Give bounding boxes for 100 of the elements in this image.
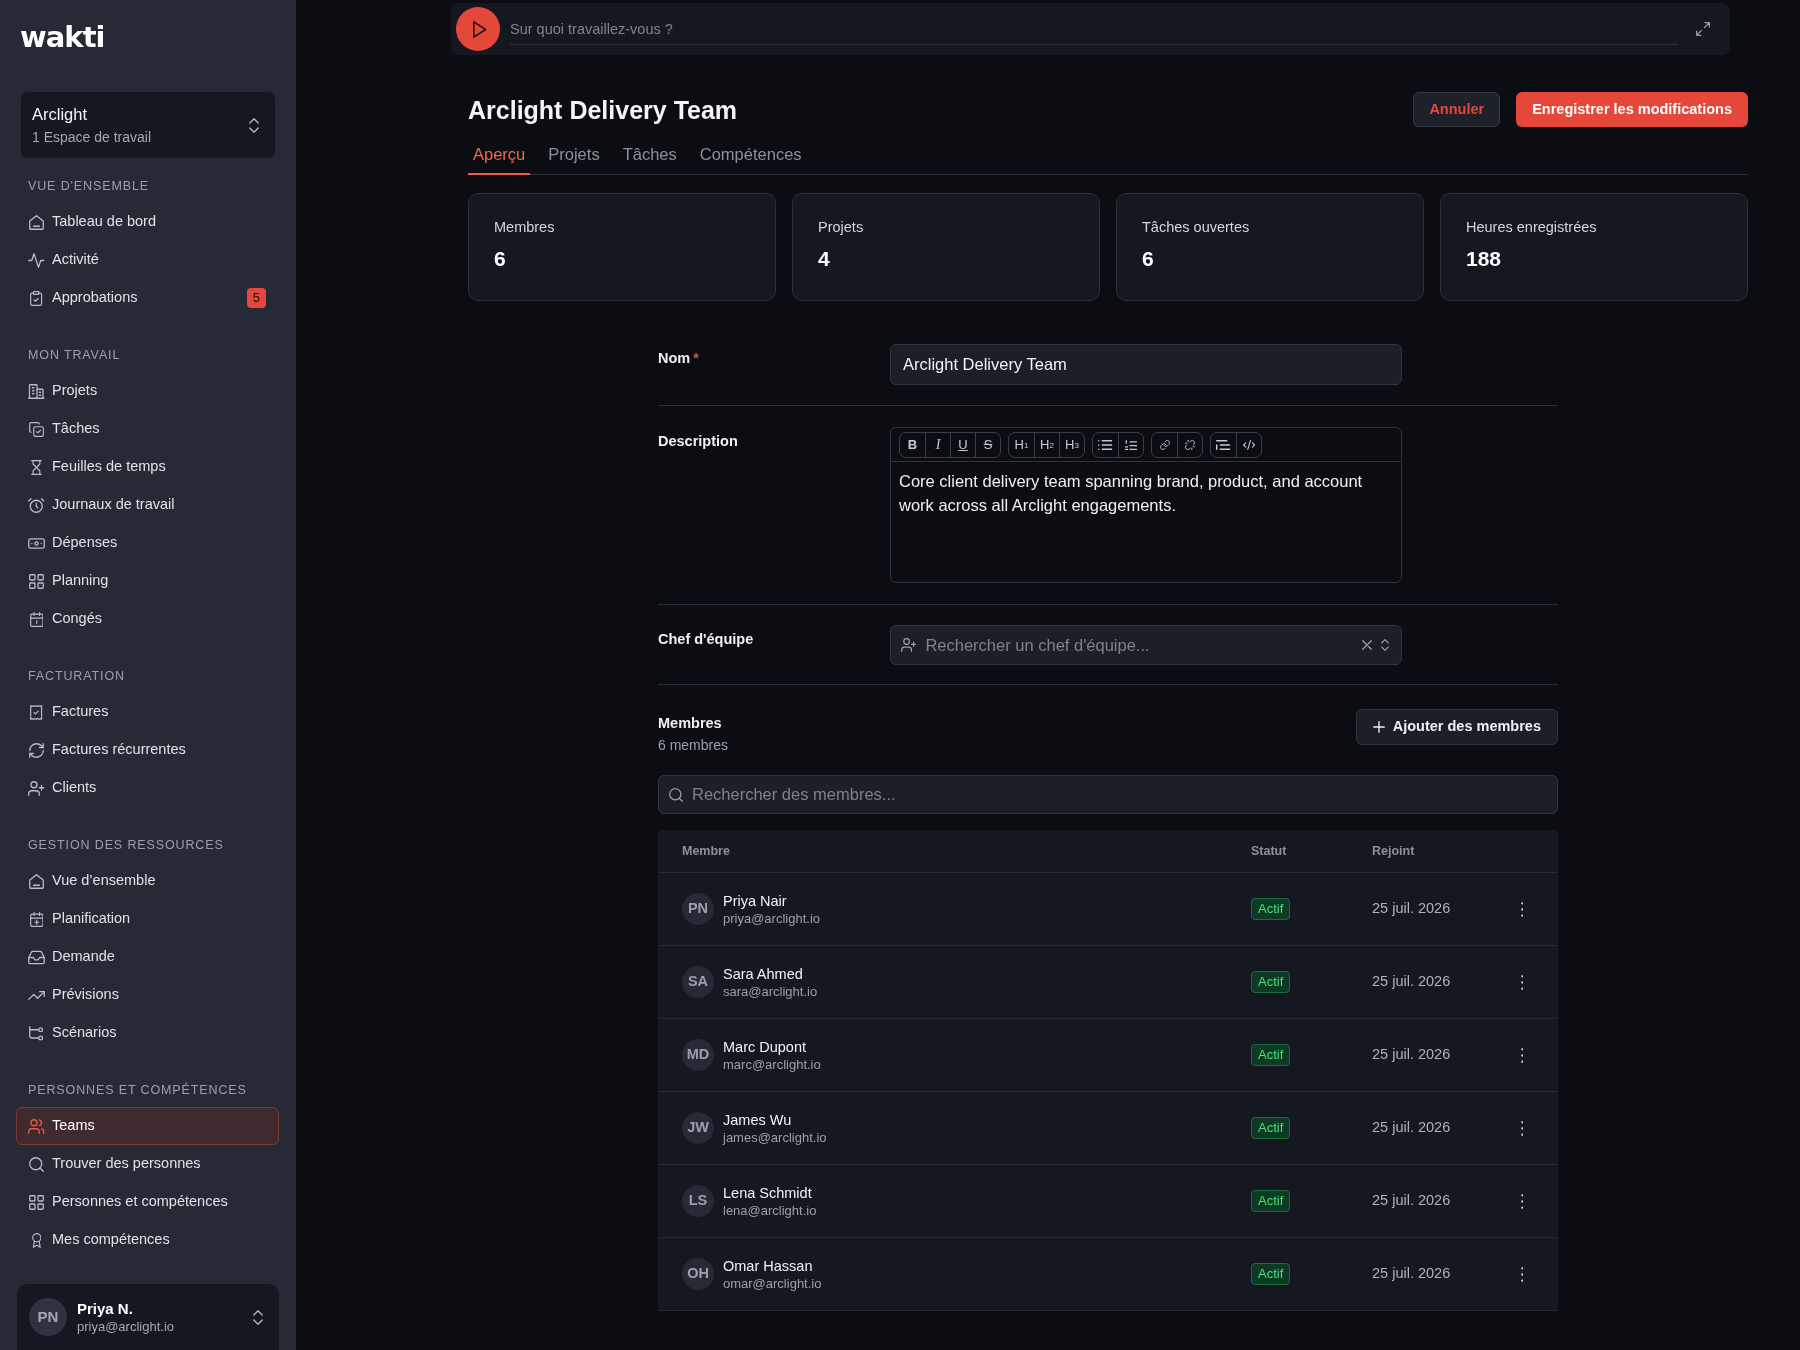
team-lead-select[interactable]: Rechercher un chef d'équipe... (890, 625, 1402, 665)
sidebar-item[interactable]: Mes compétences (16, 1221, 279, 1259)
play-button[interactable] (456, 7, 500, 51)
play-icon (472, 20, 487, 38)
underline-button[interactable]: U (950, 432, 975, 457)
pulse-icon (28, 252, 45, 268)
branch-icon (29, 1025, 44, 1041)
quote-icon (1216, 439, 1231, 450)
sidebar-item[interactable]: Factures récurrentes (16, 731, 279, 769)
sidebar-item[interactable]: Tâches (16, 410, 279, 448)
chevrons-up-down-icon (1381, 639, 1389, 651)
section-title: Membres (658, 714, 723, 732)
sidebar-item[interactable]: Vue d’ensemble (16, 862, 279, 900)
sidebar-item[interactable]: Feuilles de temps (16, 448, 279, 486)
sidebar-item[interactable]: Planification (16, 900, 279, 938)
member-name: Lena Schmidt (723, 1183, 813, 1202)
member-email: omar@arclight.io (723, 1274, 822, 1292)
joined-date: 25 juil. 2026 (1372, 899, 1451, 919)
more-options-icon[interactable] (1520, 1193, 1524, 1209)
status-badge: Actif (1251, 1117, 1291, 1139)
stat-value: 6 (494, 246, 506, 272)
more-options-icon[interactable] (1520, 974, 1524, 990)
sidebar-item[interactable]: Factures (16, 693, 279, 731)
stat-value: 188 (1466, 246, 1502, 272)
more-options-icon[interactable] (1520, 1047, 1524, 1063)
sidebar-item[interactable]: Journaux de travail (16, 486, 279, 524)
member-search-input[interactable]: Rechercher des membres... (692, 782, 1545, 807)
member-name: Marc Dupont (723, 1037, 807, 1056)
sidebar-item[interactable]: Demande (16, 938, 279, 976)
link-icon (1159, 439, 1170, 450)
house-icon (29, 214, 44, 230)
sidebar-item[interactable]: Congés (16, 600, 279, 638)
sidebar-item[interactable]: Projets (16, 372, 279, 410)
stat-value: 4 (818, 246, 830, 272)
column-header: Statut (1251, 842, 1287, 860)
member-avatar: OH (682, 1258, 714, 1290)
task-input[interactable]: Sur quoi travaillez-vous ? (510, 13, 1678, 45)
stat-value: 6 (1142, 246, 1154, 272)
tab[interactable]: Projets (543, 135, 605, 175)
logo-text: wakti (20, 23, 105, 52)
member-search-field[interactable]: Rechercher des membres... (658, 775, 1558, 814)
users-icon (28, 1118, 45, 1134)
column-header: Membre (682, 842, 730, 860)
more-options-icon[interactable] (1520, 901, 1524, 917)
clear-icon[interactable] (1362, 640, 1372, 650)
sidebar-item[interactable]: Trouver des personnes (16, 1145, 279, 1183)
sidebar-item[interactable]: Approbations 5 (16, 279, 279, 317)
sidebar-item[interactable]: Clients (16, 769, 279, 807)
section-heading: FACTURATION (28, 668, 125, 685)
workspace-switcher[interactable]: Arclight 1 Espace de travail (21, 92, 275, 158)
sidebar-item[interactable]: Planning (16, 562, 279, 600)
timer-bar[interactable]: Sur quoi travaillez-vous ? (451, 3, 1730, 55)
bullet-list-icon (1098, 439, 1113, 450)
calendar-plus-icon (29, 911, 44, 927)
plus-icon (1372, 721, 1385, 733)
name-input[interactable]: Arclight Delivery Team (890, 344, 1402, 385)
joined-date: 25 juil. 2026 (1372, 1045, 1451, 1065)
field-label: Chef d'équipe (658, 630, 755, 648)
italic-button[interactable]: I (925, 432, 950, 457)
member-avatar: LS (682, 1185, 714, 1217)
workspace-name: Arclight (32, 104, 89, 124)
user-plus-icon (28, 780, 45, 796)
member-name: Sara Ahmed (723, 964, 804, 983)
member-email: priya@arclight.io (723, 909, 820, 927)
status-badge: Actif (1251, 898, 1291, 920)
column-header: Rejoint (1372, 842, 1415, 860)
tab[interactable]: Aperçu (468, 135, 531, 175)
grid-icon (29, 1194, 44, 1210)
sidebar-item[interactable]: Personnes et compétences (16, 1183, 279, 1221)
more-options-icon[interactable] (1520, 1120, 1524, 1136)
expand-icon[interactable] (1696, 22, 1710, 36)
tab[interactable]: Tâches (617, 135, 682, 175)
page-title: Arclight Delivery Team (468, 94, 738, 125)
sidebar-item[interactable]: Scénarios (16, 1014, 279, 1052)
bold-button[interactable]: B (900, 432, 925, 457)
field-label: Nom * (658, 349, 700, 367)
inbox-icon (28, 949, 45, 965)
tab[interactable]: Compétences (694, 135, 807, 175)
stat-label: Membres (494, 218, 555, 236)
sidebar-item[interactable]: Activité (16, 241, 279, 279)
description-field[interactable]: Core client delivery team spanning brand, product, and account work across all Arclight engagements. (891, 462, 1401, 582)
cancel-button[interactable]: Annuler (1413, 92, 1501, 127)
user-card[interactable]: PN Priya N. priya@arclight.io (17, 1284, 279, 1350)
search-icon (29, 1156, 44, 1172)
section-heading: VUE D'ENSEMBLE (28, 178, 149, 195)
sidebar-item[interactable]: Dépenses (16, 524, 279, 562)
more-options-icon[interactable] (1520, 1266, 1524, 1282)
field-label: Description (658, 432, 739, 450)
sidebar-item[interactable]: Prévisions (16, 976, 279, 1014)
sidebar-item[interactable]: Teams (16, 1107, 279, 1145)
team-lead-input[interactable]: Rechercher un chef d'équipe... (925, 632, 1353, 658)
sidebar-item[interactable]: Tableau de bord (16, 203, 279, 241)
joined-date: 25 juil. 2026 (1372, 1118, 1451, 1138)
add-members-button[interactable]: Ajouter des membres (1355, 709, 1558, 745)
save-button[interactable]: Enregistrer les modifications (1516, 92, 1748, 127)
member-name: Priya Nair (723, 891, 788, 910)
strikethrough-button[interactable]: S (975, 432, 1000, 457)
status-badge: Actif (1251, 1044, 1291, 1066)
user-email: priya@arclight.io (77, 1318, 175, 1335)
joined-date: 25 juil. 2026 (1372, 1191, 1451, 1211)
